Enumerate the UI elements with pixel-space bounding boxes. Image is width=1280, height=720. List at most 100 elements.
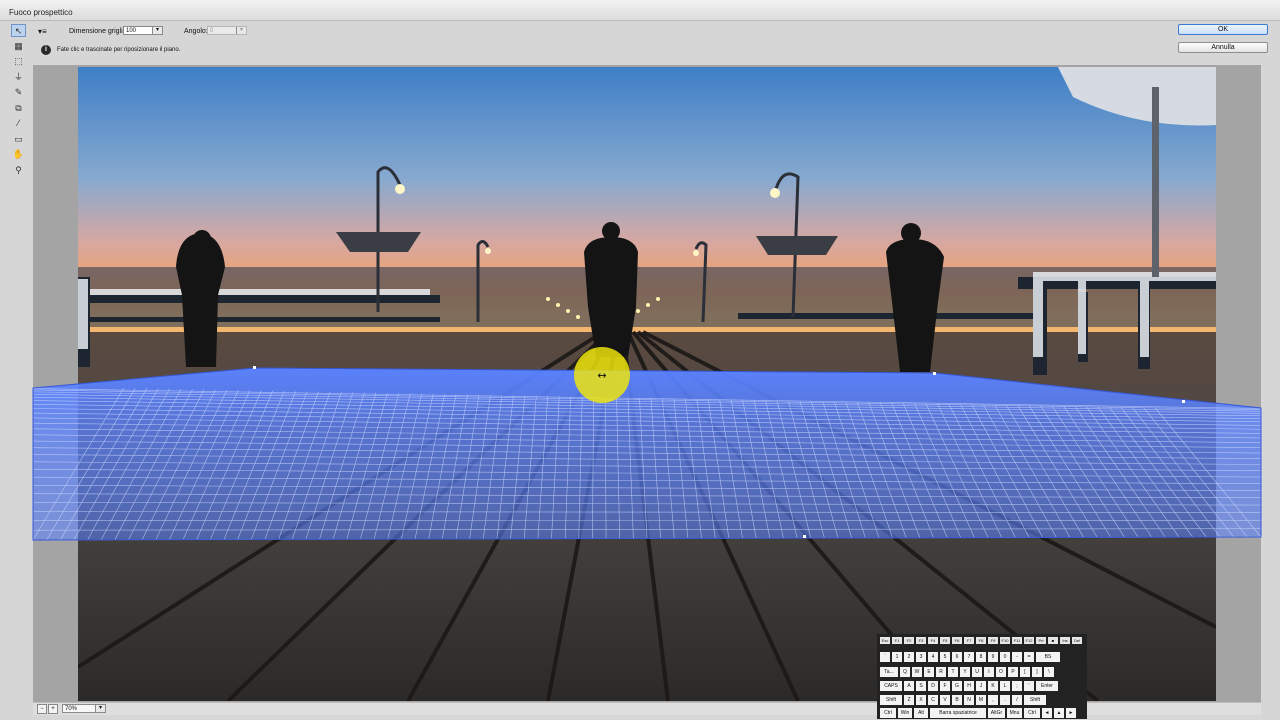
- zoom-tool[interactable]: ⚲: [11, 164, 26, 177]
- key-caps[interactable]: CAPS: [880, 681, 902, 691]
- key-a[interactable]: A: [904, 681, 914, 691]
- brush-tool[interactable]: ✎: [11, 86, 26, 99]
- edit-plane-tool[interactable]: ↖: [11, 24, 26, 37]
- hand-tool[interactable]: ✋: [11, 148, 26, 161]
- key-sym4-8[interactable]: ,: [988, 695, 998, 705]
- grid-size-field[interactable]: 100 ▾: [123, 26, 163, 35]
- key-alt[interactable]: Alt: [914, 708, 928, 718]
- key-z[interactable]: Z: [904, 695, 914, 705]
- key-ctrl[interactable]: Ctrl: [880, 708, 896, 718]
- key-l[interactable]: L: [1000, 681, 1010, 691]
- key-h[interactable]: H: [964, 681, 974, 691]
- zoom-in-icon[interactable]: +: [48, 704, 58, 714]
- key-ins[interactable]: Ins: [1060, 637, 1070, 644]
- key-sym5-9[interactable]: ►: [1066, 708, 1076, 718]
- zoom-field[interactable]: 70% ▾: [62, 704, 106, 713]
- key-2[interactable]: 2: [904, 652, 914, 662]
- key-f[interactable]: F: [940, 681, 950, 691]
- key-ta[interactable]: Ta...: [880, 667, 898, 677]
- transform-tool[interactable]: ⧉: [11, 102, 26, 115]
- on-screen-keyboard[interactable]: Esc F1 F2 F3 F4 F5 F6 F7 F8 F9 F10 F11 F12 Prt ■ Ins Del…: [877, 634, 1087, 719]
- key-shift[interactable]: Shift: [880, 695, 902, 705]
- zoom-dropdown-icon[interactable]: ▾: [95, 705, 105, 712]
- key-3[interactable]: 3: [916, 652, 926, 662]
- key-sym5-7[interactable]: ◄: [1042, 708, 1052, 718]
- key-esc[interactable]: Esc: [880, 637, 890, 644]
- key-f7[interactable]: F7: [964, 637, 974, 644]
- key-f5[interactable]: F5: [940, 637, 950, 644]
- key-mnu[interactable]: Mnu: [1007, 708, 1022, 718]
- key-9[interactable]: 9: [988, 652, 998, 662]
- create-plane-tool[interactable]: ▦: [11, 40, 26, 53]
- key-4[interactable]: 4: [928, 652, 938, 662]
- key-barraspaziatrice[interactable]: Barra spaziatrice: [930, 708, 986, 718]
- ok-button[interactable]: OK: [1178, 24, 1268, 35]
- key-p[interactable]: P: [1008, 667, 1018, 677]
- key-n[interactable]: N: [964, 695, 974, 705]
- stamp-tool[interactable]: ⏚: [11, 71, 26, 84]
- key-sym4-9[interactable]: .: [1000, 695, 1010, 705]
- key-altgr[interactable]: AltGr: [988, 708, 1005, 718]
- key-r[interactable]: R: [936, 667, 946, 677]
- angle-field[interactable]: 0 ▾: [207, 26, 247, 35]
- key-sym3-11[interactable]: ': [1024, 681, 1034, 691]
- tool-preset-icon[interactable]: ▾≡: [38, 27, 47, 36]
- key-f2[interactable]: F2: [904, 637, 914, 644]
- grid-size-dropdown-icon[interactable]: ▾: [152, 27, 162, 34]
- key-m[interactable]: M: [976, 695, 986, 705]
- key-sym0-14[interactable]: ■: [1048, 637, 1058, 644]
- key-sym2-12[interactable]: ]: [1032, 667, 1042, 677]
- key-t[interactable]: T: [948, 667, 958, 677]
- key-f11[interactable]: F11: [1012, 637, 1022, 644]
- preview-image[interactable]: [78, 67, 1216, 701]
- key-q[interactable]: Q: [900, 667, 910, 677]
- key-prt[interactable]: Prt: [1036, 637, 1046, 644]
- key-s[interactable]: S: [916, 681, 926, 691]
- key-w[interactable]: W: [912, 667, 922, 677]
- key-sym4-10[interactable]: /: [1012, 695, 1022, 705]
- key-u[interactable]: U: [972, 667, 982, 677]
- key-f12[interactable]: F12: [1024, 637, 1034, 644]
- key-sym5-8[interactable]: ▲: [1054, 708, 1064, 718]
- key-enter[interactable]: Enter: [1036, 681, 1058, 691]
- key-sym3-10[interactable]: ;: [1012, 681, 1022, 691]
- measure-tool[interactable]: ▭: [11, 133, 26, 146]
- key-f8[interactable]: F8: [976, 637, 986, 644]
- key-v[interactable]: V: [940, 695, 950, 705]
- key-0[interactable]: 0: [1000, 652, 1010, 662]
- zoom-out-icon[interactable]: −: [37, 704, 47, 714]
- key-del[interactable]: Del: [1072, 637, 1082, 644]
- key-c[interactable]: C: [928, 695, 938, 705]
- key-k[interactable]: K: [988, 681, 998, 691]
- angle-dropdown-icon[interactable]: ▾: [236, 27, 246, 34]
- key-f4[interactable]: F4: [928, 637, 938, 644]
- key-bs[interactable]: BS: [1036, 652, 1060, 662]
- key-sym1-0[interactable]: `: [880, 652, 890, 662]
- eyedropper-tool[interactable]: ⁄: [11, 117, 26, 130]
- key-f6[interactable]: F6: [952, 637, 962, 644]
- key-i[interactable]: I: [984, 667, 994, 677]
- key-g[interactable]: G: [952, 681, 962, 691]
- key-5[interactable]: 5: [940, 652, 950, 662]
- key-x[interactable]: X: [916, 695, 926, 705]
- key-1[interactable]: 1: [892, 652, 902, 662]
- key-7[interactable]: 7: [964, 652, 974, 662]
- key-sym2-11[interactable]: [: [1020, 667, 1030, 677]
- key-6[interactable]: 6: [952, 652, 962, 662]
- marquee-tool[interactable]: ⬚: [11, 55, 26, 68]
- key-b[interactable]: B: [952, 695, 962, 705]
- key-8[interactable]: 8: [976, 652, 986, 662]
- key-ctrl[interactable]: Ctrl: [1024, 708, 1040, 718]
- cancel-button[interactable]: Annulla: [1178, 42, 1268, 53]
- key-sym2-13[interactable]: \: [1044, 667, 1054, 677]
- key-f9[interactable]: F9: [988, 637, 998, 644]
- key-y[interactable]: Y: [960, 667, 970, 677]
- key-shift[interactable]: Shift: [1024, 695, 1046, 705]
- key-j[interactable]: J: [976, 681, 986, 691]
- key-win[interactable]: Win: [898, 708, 912, 718]
- key-sym1-11[interactable]: -: [1012, 652, 1022, 662]
- key-f1[interactable]: F1: [892, 637, 902, 644]
- key-sym1-12[interactable]: =: [1024, 652, 1034, 662]
- key-d[interactable]: D: [928, 681, 938, 691]
- key-f3[interactable]: F3: [916, 637, 926, 644]
